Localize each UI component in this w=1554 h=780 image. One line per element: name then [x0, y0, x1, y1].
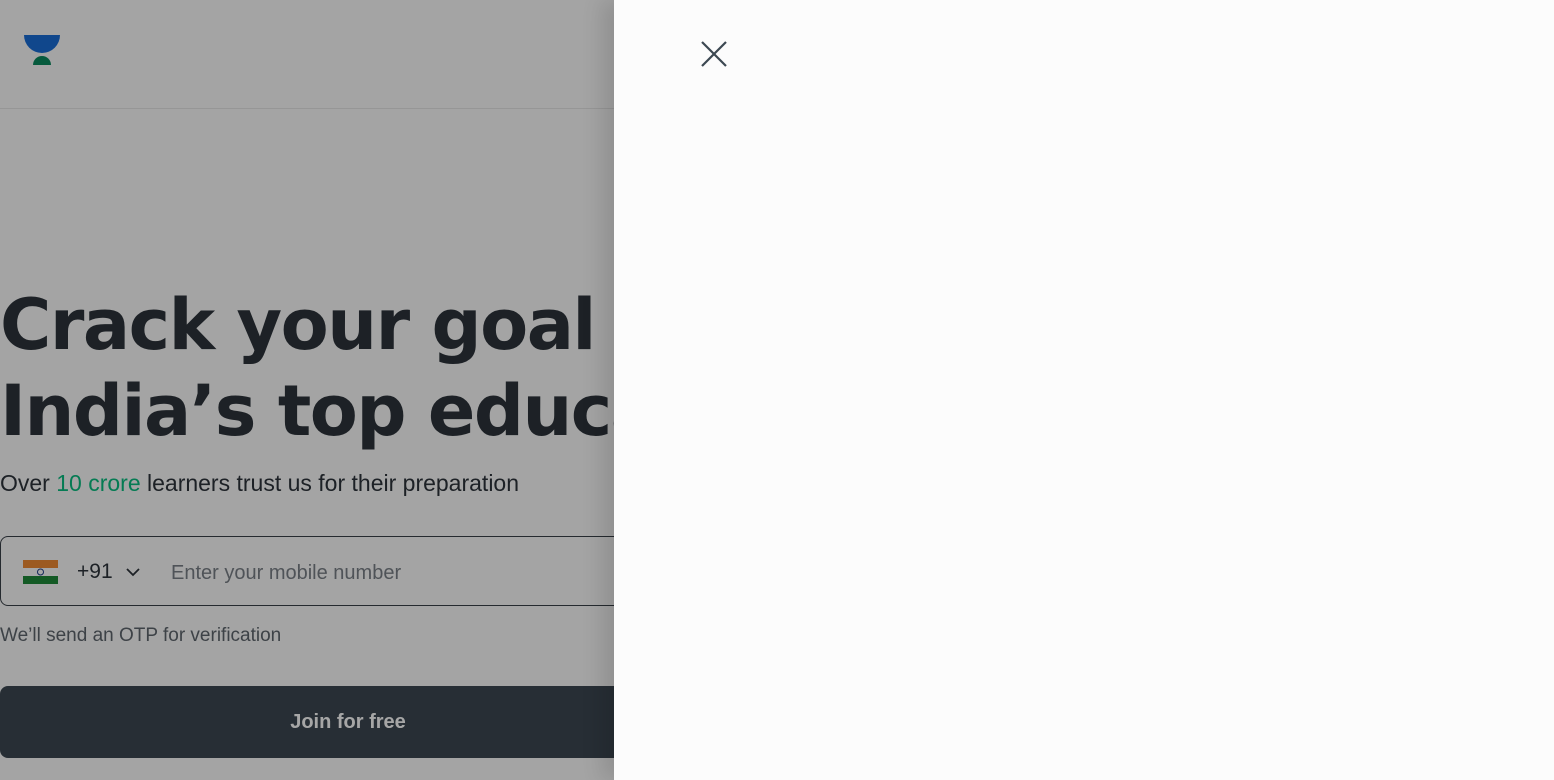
page: Crack your goal wi India’s top educato O… [0, 0, 1554, 780]
close-icon[interactable] [690, 30, 738, 78]
side-drawer [614, 0, 1554, 780]
